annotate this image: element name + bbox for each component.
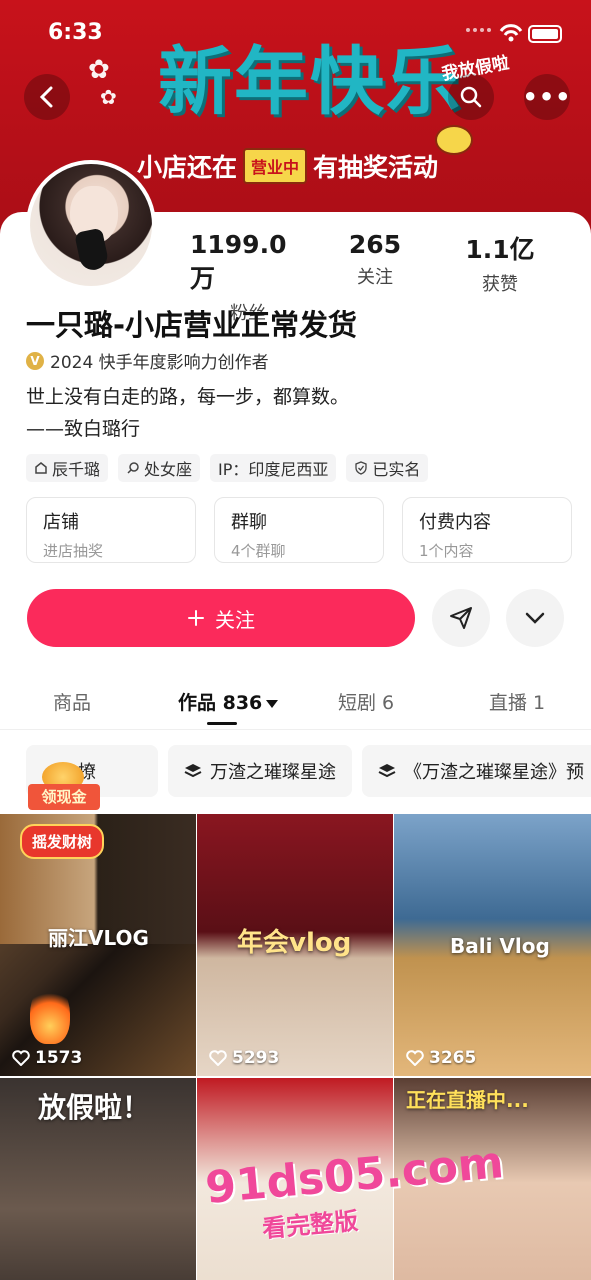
video-likes: 1573	[12, 1048, 82, 1068]
tag-verified: 已实名	[346, 454, 429, 482]
caret-down-icon	[266, 699, 279, 708]
heart-icon	[12, 1050, 30, 1066]
send-icon	[450, 607, 472, 629]
more-dots-icon: •••	[522, 83, 572, 111]
tag-label: 辰千璐	[52, 460, 101, 479]
entry-title: 群聊	[231, 512, 267, 533]
content-tabs: 商品 作品 836 短剧 6 直播 1	[0, 678, 591, 730]
shield-check-icon	[355, 461, 368, 475]
entry-group-chat[interactable]: 群聊 4个群聊	[214, 497, 384, 563]
video-card[interactable]: 放假啦！	[0, 1078, 196, 1280]
stat-likes[interactable]: 1.1亿 获赞	[450, 230, 550, 296]
entry-subtitle: 进店抽奖	[43, 542, 104, 560]
entry-shop[interactable]: 店铺 进店抽奖	[26, 497, 196, 563]
stat-likes-label: 获赞	[482, 274, 518, 295]
creator-badge[interactable]: V 2024 快手年度影响力创作者	[26, 348, 269, 373]
collection-label: 《万渣之璀璨星途》预	[404, 762, 584, 783]
fire-icon	[30, 984, 70, 1044]
profile-tags: 辰千璐 处女座 IP：印度尼西亚 已实名	[26, 454, 429, 482]
chevron-down-icon	[525, 612, 545, 624]
tag-label: IP：印度尼西亚	[218, 460, 329, 479]
profile-name: 一只璐-小店营业正常发货	[26, 308, 358, 342]
video-overlay-text: 正在直播中...	[406, 1088, 529, 1112]
expand-button[interactable]	[506, 589, 564, 647]
entry-subtitle: 1个内容	[419, 542, 474, 560]
video-overlay-text: Bali Vlog	[450, 934, 550, 958]
search-button[interactable]	[448, 74, 494, 120]
video-likes: 3265	[406, 1048, 476, 1068]
entry-title: 付费内容	[419, 512, 491, 533]
video-card[interactable]: 年会vlog 5293	[197, 814, 393, 1076]
wifi-icon	[499, 24, 523, 42]
back-button[interactable]	[24, 74, 70, 120]
follow-button[interactable]: 关注	[27, 589, 415, 647]
video-pill: 摇发财树	[20, 824, 105, 859]
layers-icon	[378, 764, 396, 778]
zodiac-icon	[127, 462, 139, 474]
flower-icon: ✿	[100, 85, 117, 109]
banner-open-tag: 营业中	[243, 148, 308, 184]
tab-works[interactable]: 作品 836	[178, 688, 279, 715]
video-card[interactable]: Bali Vlog 3265	[394, 814, 591, 1076]
banner-subtitle-left: 小店还在	[137, 153, 238, 182]
tag-related-account[interactable]: 辰千璐	[26, 454, 109, 482]
tab-indicator	[207, 722, 237, 725]
video-likes-count: 3265	[429, 1048, 477, 1068]
tab-products[interactable]: 商品	[53, 688, 91, 715]
stat-likes-value: 1.1亿	[465, 235, 535, 264]
entry-paid-content[interactable]: 付费内容 1个内容	[402, 497, 572, 563]
stat-fans-value: 1199.0万	[190, 230, 287, 293]
heart-icon	[406, 1050, 424, 1066]
more-button[interactable]: •••	[522, 74, 572, 120]
bio-line-2: ——致白璐行	[26, 418, 141, 440]
tag-label: 处女座	[144, 460, 193, 479]
video-card[interactable]: 摇发财树 丽江VLOG 1573	[0, 814, 196, 1076]
collection-chip[interactable]: 《万渣之璀璨星途》预	[362, 745, 591, 797]
status-bar: 6:33	[0, 0, 591, 70]
video-likes: 5293	[209, 1048, 279, 1068]
entry-subtitle: 4个群聊	[231, 542, 286, 560]
collection-label: 万渣之璀璨星途	[210, 762, 336, 783]
entry-title: 店铺	[43, 512, 79, 533]
video-overlay-text: 丽江VLOG	[48, 926, 149, 950]
heart-icon	[209, 1050, 227, 1066]
battery-icon	[528, 25, 562, 43]
follow-button-label: 关注	[215, 607, 255, 632]
status-time: 6:33	[48, 20, 103, 45]
cash-redpacket[interactable]: 领现金	[28, 762, 100, 818]
bio-line-1: 世上没有白走的路，每一步，都算数。	[26, 386, 350, 408]
video-likes-count: 1573	[35, 1048, 83, 1068]
tab-works-label: 作品 836	[178, 692, 263, 714]
chevron-left-icon	[39, 86, 53, 108]
banner-subtitle-right: 有抽奖活动	[313, 153, 439, 182]
banner-subtitle: 小店还在 营业中 有抽奖活动	[137, 148, 438, 184]
verified-badge-icon: V	[26, 351, 44, 370]
avatar[interactable]	[26, 160, 156, 290]
signal-icon	[466, 28, 491, 32]
layers-icon	[184, 764, 202, 778]
creator-badge-label: 2024 快手年度影响力创作者	[50, 353, 269, 373]
stat-following-value: 265	[348, 230, 402, 259]
stat-following-label: 关注	[357, 267, 393, 288]
collection-chip[interactable]: 万渣之璀璨星途	[168, 745, 352, 797]
tag-label: 已实名	[372, 460, 421, 479]
home-icon	[35, 462, 47, 474]
stat-following[interactable]: 265 关注	[332, 230, 418, 289]
message-button[interactable]	[432, 589, 490, 647]
sticker-icon	[435, 125, 473, 155]
tag-zodiac: 处女座	[118, 454, 201, 482]
entry-cards: 店铺 进店抽奖 群聊 4个群聊 付费内容 1个内容	[26, 497, 572, 563]
collections-row: 撩 万渣之璀璨星途 《万渣之璀璨星途》预	[26, 745, 591, 797]
video-overlay-text: 年会vlog	[237, 928, 352, 958]
search-icon	[460, 86, 482, 108]
tag-ip-location: IP：印度尼西亚	[210, 454, 337, 482]
cash-redpacket-label: 领现金	[28, 784, 100, 810]
tab-live[interactable]: 直播 1	[489, 688, 545, 715]
tab-short-dramas[interactable]: 短剧 6	[338, 688, 394, 715]
video-likes-count: 5293	[232, 1048, 280, 1068]
plus-icon	[188, 610, 204, 626]
video-overlay-text: 放假啦！	[38, 1091, 151, 1124]
